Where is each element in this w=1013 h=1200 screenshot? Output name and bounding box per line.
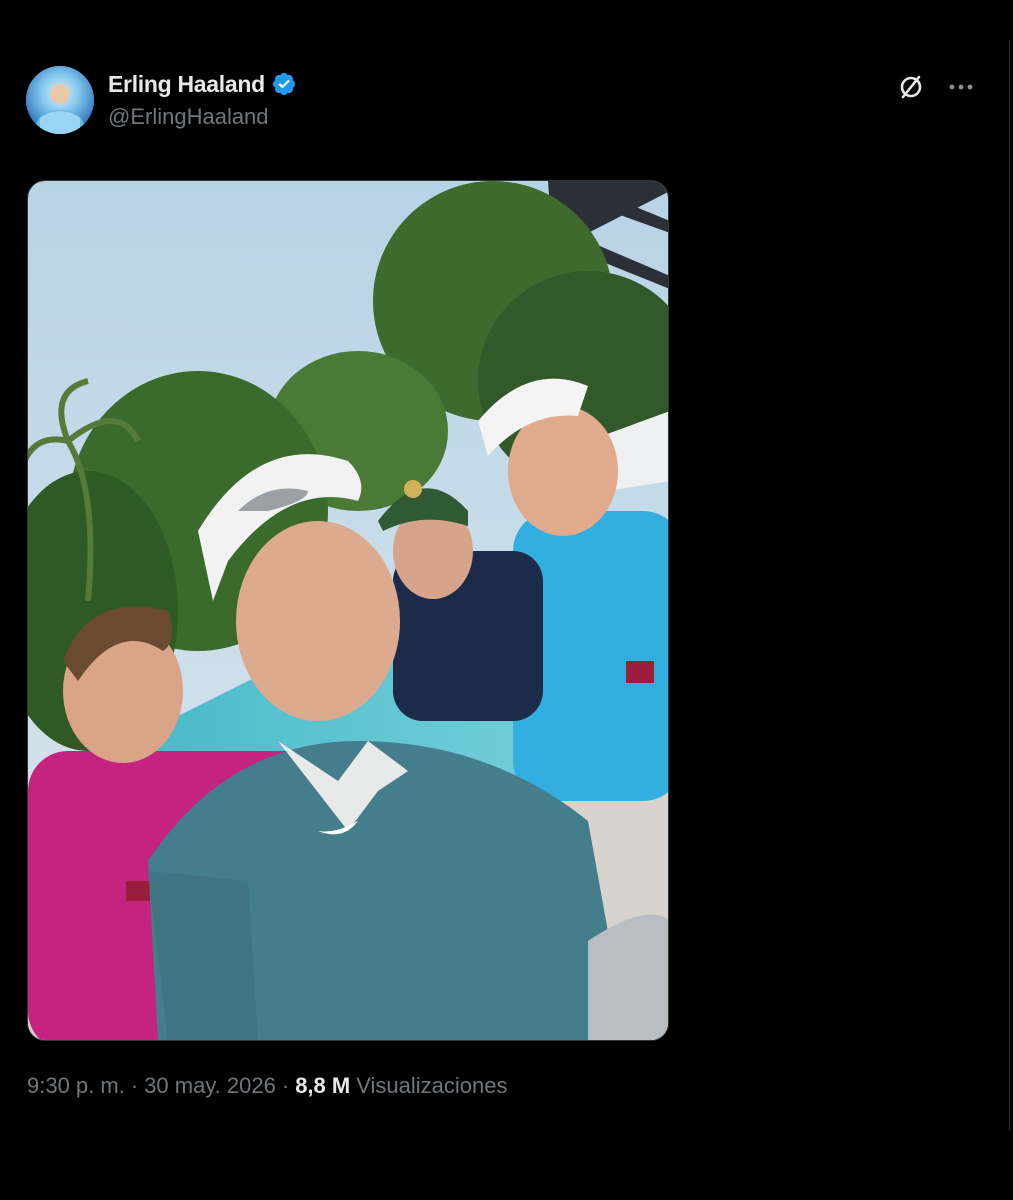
tweet-header: Erling Haaland @ErlingHaaland: [26, 66, 986, 136]
tweet-photo[interactable]: [27, 180, 669, 1041]
meta-separator: ·: [281, 1073, 290, 1098]
more-dots-icon: [949, 84, 973, 90]
header-actions: [896, 72, 976, 102]
author-name-row: Erling Haaland: [108, 70, 297, 98]
views-count: 8,8 M: [295, 1073, 351, 1098]
tweet-time[interactable]: 9:30 p. m.: [27, 1073, 125, 1098]
slashed-circle-icon: [900, 75, 922, 99]
author-handle[interactable]: @ErlingHaaland: [108, 104, 297, 130]
views-label: Visualizaciones: [356, 1073, 508, 1098]
tweet-date[interactable]: 30 may. 2026: [144, 1073, 276, 1098]
meta-separator: ·: [130, 1073, 139, 1098]
author-info: Erling Haaland @ErlingHaaland: [108, 70, 297, 130]
tweet-meta: 9:30 p. m. · 30 may. 2026 · 8,8 M Visualizaci…: [27, 1073, 507, 1099]
more-options-button[interactable]: [946, 72, 976, 102]
verified-badge-icon[interactable]: [271, 71, 297, 97]
author-avatar[interactable]: [26, 66, 94, 134]
photo-image: [28, 181, 668, 1040]
grok-button[interactable]: [896, 72, 926, 102]
avatar-image: [26, 66, 94, 134]
author-display-name[interactable]: Erling Haaland: [108, 71, 265, 98]
column-divider: [1009, 40, 1010, 1130]
